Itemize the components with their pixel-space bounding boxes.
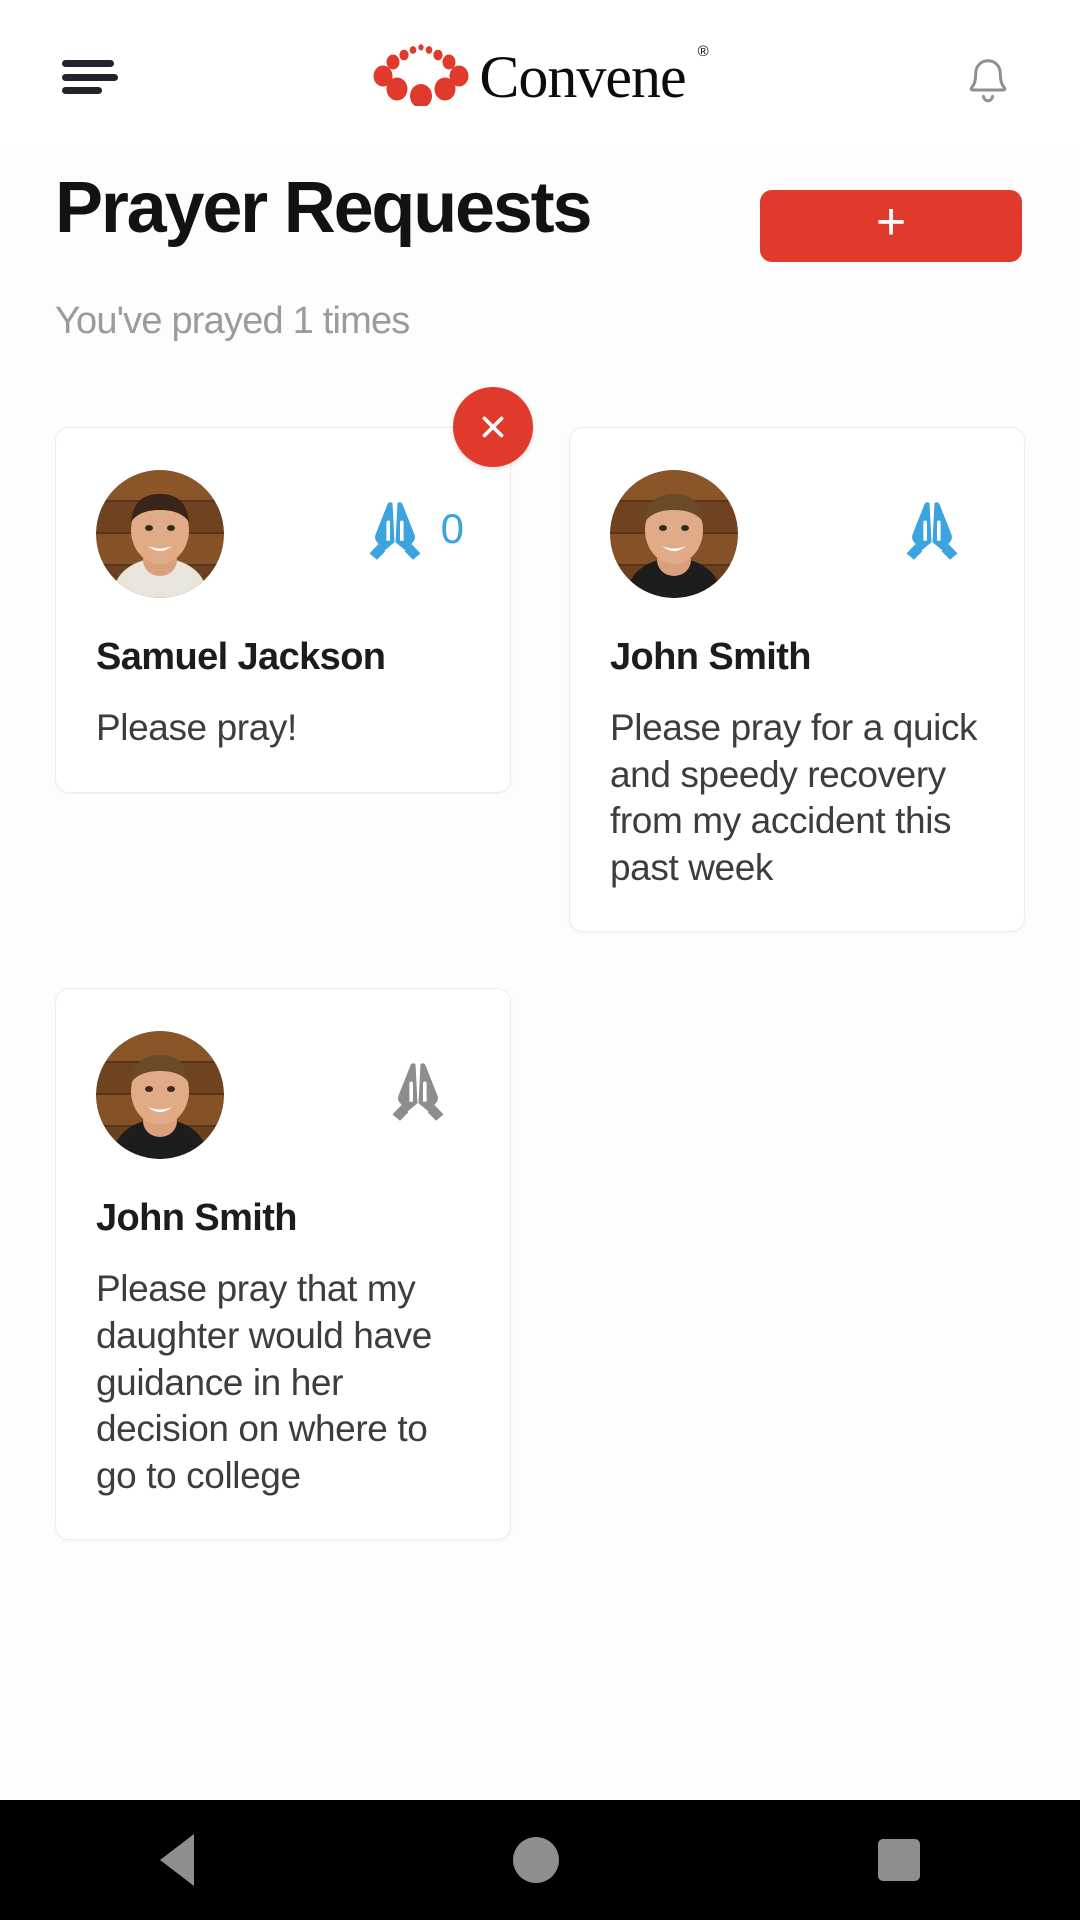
prayer-request-grid: 0 Samuel Jackson Please pray! John Smith Ple… <box>55 387 1025 1596</box>
close-button[interactable] <box>453 387 533 467</box>
android-navigation-bar <box>0 1800 1080 1920</box>
add-prayer-request-button[interactable]: + <box>760 190 1022 262</box>
praying-hands-icon[interactable] <box>363 496 427 562</box>
requester-name: Samuel Jackson <box>96 636 386 678</box>
app-screen: Convene ® Prayer Requests + You've praye… <box>0 0 1080 1920</box>
app-bar: Convene ® <box>0 0 1080 150</box>
praying-hands-icon[interactable] <box>386 1057 450 1123</box>
prayer-request-text: Please pray! <box>96 707 297 748</box>
prayer-request-card-slot: 0 Samuel Jackson Please pray! <box>55 387 533 932</box>
registered-mark: ® <box>697 42 709 60</box>
avatar <box>96 1031 224 1160</box>
brand-logo: Convene ® <box>0 0 1080 150</box>
card-header-row <box>96 1031 470 1160</box>
praying-hands-icon[interactable] <box>900 496 964 562</box>
requester-name: John Smith <box>610 636 811 678</box>
avatar <box>610 470 738 598</box>
pray-action[interactable] <box>386 1031 470 1123</box>
back-nav-icon[interactable] <box>159 1834 194 1886</box>
page-title: Prayer Requests <box>55 168 593 248</box>
avatar <box>96 470 224 598</box>
prayer-request-card-slot: John Smith Please pray for a quick and sp… <box>569 427 1025 933</box>
recent-apps-nav-icon[interactable] <box>878 1839 921 1881</box>
pray-action[interactable] <box>900 470 984 562</box>
card-header-row: 0 <box>96 470 470 598</box>
pray-action[interactable]: 0 <box>363 470 470 562</box>
brand-name: Convene <box>479 44 686 110</box>
close-icon <box>482 416 504 438</box>
praying-hands-icon <box>906 502 958 560</box>
home-nav-icon[interactable] <box>512 1837 559 1883</box>
prayer-request-text: Please pray for a quick and speedy recov… <box>610 707 978 888</box>
pray-count: 0 <box>440 505 464 552</box>
prayer-request-text: Please pray that my daughter would have … <box>96 1268 432 1496</box>
praying-hands-icon <box>392 1063 444 1122</box>
page-header: Prayer Requests + <box>0 172 1080 276</box>
prayer-request-card[interactable]: John Smith Please pray that my daughter w… <box>55 988 511 1541</box>
requester-name: John Smith <box>96 1197 297 1240</box>
convene-dots-logo <box>373 44 469 106</box>
card-header-row <box>610 470 984 598</box>
bell-icon[interactable] <box>964 56 1012 108</box>
prayed-count-subtitle: You've prayed 1 times <box>55 300 410 342</box>
prayer-request-card[interactable]: John Smith Please pray for a quick and sp… <box>569 427 1025 933</box>
prayer-request-card[interactable]: 0 Samuel Jackson Please pray! <box>55 427 511 793</box>
prayer-request-card-slot: John Smith Please pray that my daughter w… <box>55 988 511 1541</box>
plus-icon: + <box>875 193 907 251</box>
praying-hands-icon <box>369 502 421 560</box>
